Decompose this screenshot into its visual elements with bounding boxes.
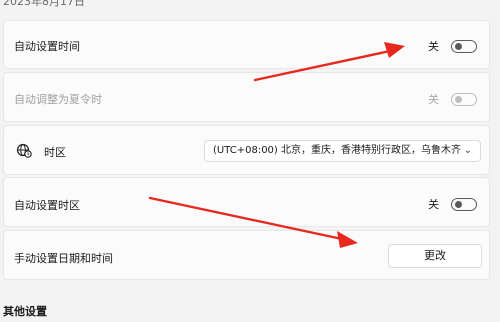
chevron-down-icon: ⌄ [463,145,472,156]
auto-timezone-toggle[interactable] [451,197,477,211]
auto-dst-toggle[interactable] [451,92,477,106]
timezone-label: 时区 [44,146,66,159]
change-button[interactable]: 更改 [388,244,482,268]
auto-timezone-label: 自动设置时区 [14,199,80,212]
auto-set-time-toggle-group: 关 [428,38,477,54]
manual-set-datetime-label: 手动设置日期和时间 [14,252,113,265]
auto-set-time-toggle[interactable] [451,39,477,53]
timezone-row: 时区 (UTC+08:00) 北京，重庆，香港特别行政区，乌鲁木齐 ⌄ [3,125,490,175]
auto-timezone-toggle-group: 关 [428,196,477,212]
toggle-knob [455,200,462,208]
toggle-knob [455,42,462,50]
auto-dst-label: 自动调整为夏令时 [14,93,102,106]
auto-set-time-label: 自动设置时间 [14,40,80,53]
other-settings-heading: 其他设置 [3,305,47,318]
globe-clock-icon [16,143,32,158]
date-time-settings-page: 2023年8月17日 自动设置时间 关 自动调整为夏令时 关 时区 (UTC+0… [0,0,500,322]
auto-timezone-state: 关 [428,198,439,211]
auto-set-time-state: 关 [428,40,439,53]
auto-set-time-row: 自动设置时间 关 [3,20,490,69]
timezone-dropdown[interactable]: (UTC+08:00) 北京，重庆，香港特别行政区，乌鲁木齐 ⌄ [204,140,481,162]
auto-dst-state: 关 [428,93,439,106]
toggle-knob [455,95,462,103]
timezone-dropdown-value: (UTC+08:00) 北京，重庆，香港特别行政区，乌鲁木齐 [213,145,462,156]
current-date-text: 2023年8月17日 [3,0,85,8]
auto-dst-row: 自动调整为夏令时 关 [3,72,490,122]
auto-timezone-row: 自动设置时区 关 [3,177,490,227]
manual-set-datetime-row: 手动设置日期和时间 更改 [3,230,490,280]
auto-dst-toggle-group: 关 [428,91,477,107]
